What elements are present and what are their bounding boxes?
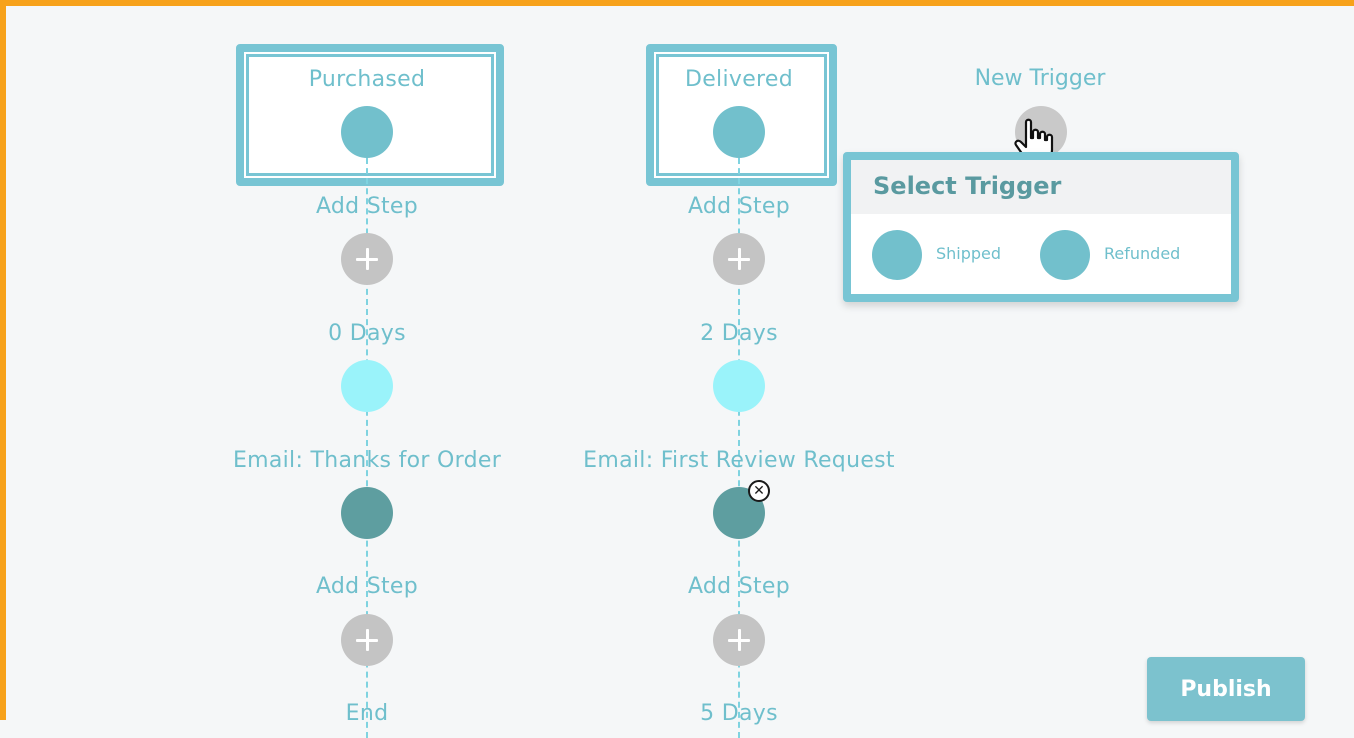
workflow-column-delivered: Delivered Add Step 2 Days Email: First R…	[539, 0, 939, 738]
trigger-node-purchased[interactable]	[341, 106, 393, 158]
workflow-column-purchased: Purchased Add Step 0 Days Email: Thanks …	[167, 0, 567, 738]
select-trigger-popup: Select Trigger Shipped Refunded	[843, 152, 1239, 302]
email-label: Email: First Review Request	[583, 448, 895, 473]
publish-button[interactable]: Publish	[1147, 657, 1305, 721]
add-step-button[interactable]	[713, 233, 765, 285]
trigger-option-label: Shipped	[936, 244, 1002, 263]
trigger-option-dot	[872, 230, 922, 280]
add-step-button[interactable]	[341, 233, 393, 285]
delay-label: 2 Days	[700, 321, 778, 346]
frame-left-border	[0, 0, 6, 720]
trigger-option-shipped[interactable]: Shipped	[872, 230, 1022, 282]
email-label: Email: Thanks for Order	[232, 448, 502, 473]
close-icon: ✕	[753, 483, 765, 499]
trigger-label-delivered: Delivered	[684, 67, 794, 92]
add-step-button[interactable]	[341, 614, 393, 666]
trigger-node-delivered[interactable]	[713, 106, 765, 158]
trigger-option-dot	[1040, 230, 1090, 280]
delay-label: 0 Days	[328, 321, 406, 346]
delay-node[interactable]	[713, 360, 765, 412]
new-trigger-label: New Trigger	[974, 66, 1106, 91]
add-step-label: Add Step	[315, 574, 419, 599]
email-node[interactable]	[341, 487, 393, 539]
add-step-label: Add Step	[315, 194, 419, 219]
trigger-option-refunded[interactable]: Refunded	[1040, 230, 1200, 282]
delay-node[interactable]	[341, 360, 393, 412]
delay-label: 5 Days	[700, 701, 778, 726]
add-step-label: Add Step	[687, 574, 791, 599]
end-label: End	[345, 701, 389, 726]
remove-step-button[interactable]: ✕	[748, 480, 770, 502]
popup-title: Select Trigger	[873, 172, 1062, 200]
popup-header: Select Trigger	[851, 160, 1231, 214]
add-step-button[interactable]	[713, 614, 765, 666]
trigger-option-label: Refunded	[1104, 244, 1181, 263]
trigger-label-purchased: Purchased	[308, 67, 426, 92]
